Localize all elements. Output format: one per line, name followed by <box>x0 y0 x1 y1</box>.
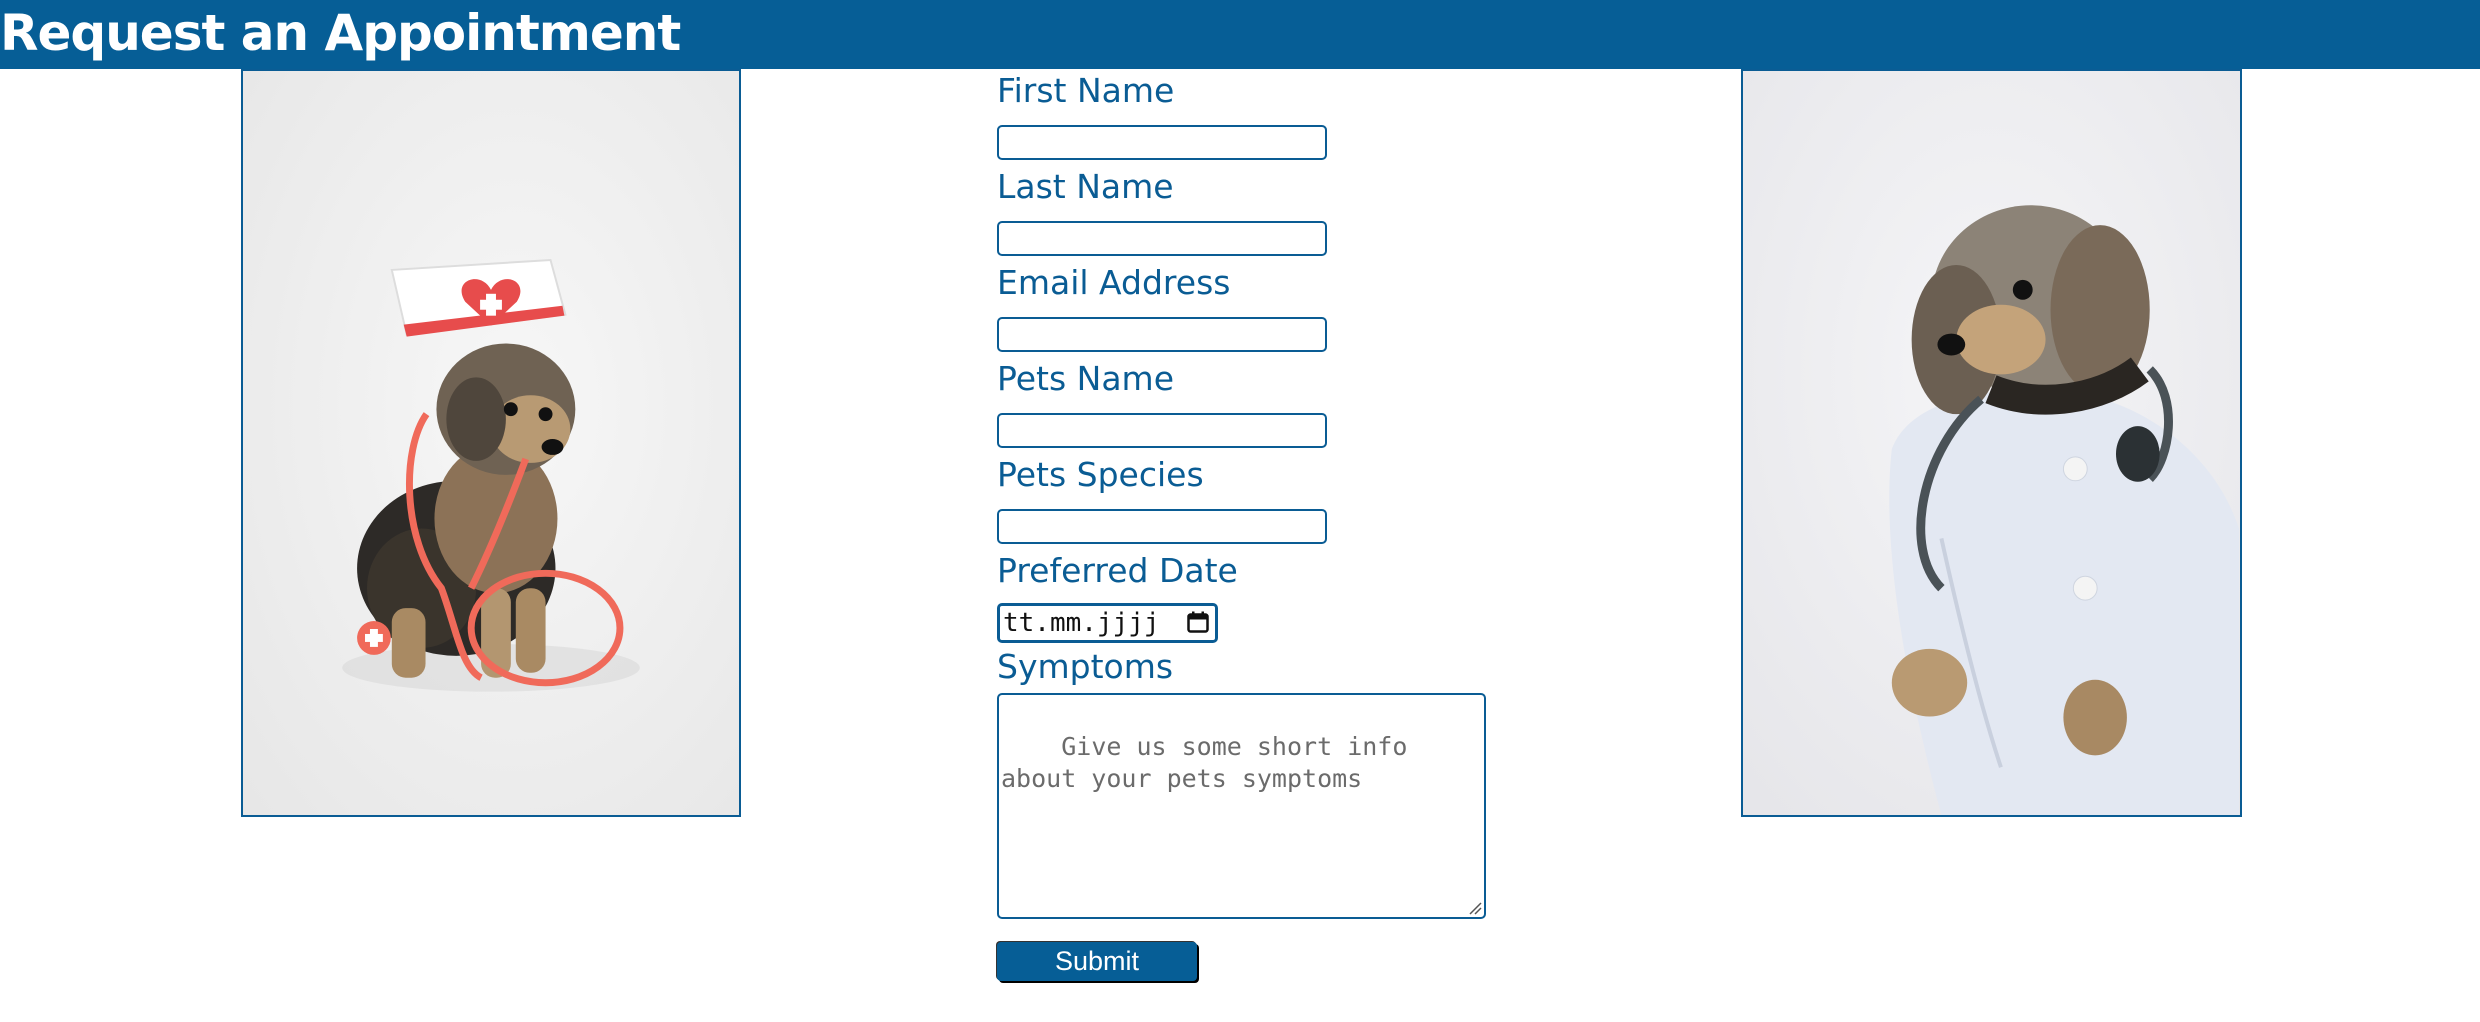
symptoms-label: Symptoms <box>997 647 1174 686</box>
submit-button[interactable]: Submit <box>997 942 1197 981</box>
email-input[interactable] <box>997 317 1327 352</box>
last-name-label: Last Name <box>997 167 1174 206</box>
last-name-input[interactable] <box>997 221 1327 256</box>
first-name-label: First Name <box>997 71 1175 110</box>
dog-nurse-photo <box>241 69 741 817</box>
resize-grip-icon[interactable] <box>1466 899 1482 915</box>
symptoms-textarea[interactable]: Give us some short info about your pets … <box>997 693 1486 919</box>
dog-doctor-photo <box>1741 69 2242 817</box>
pet-species-input[interactable] <box>997 509 1327 544</box>
first-name-input[interactable] <box>997 125 1327 160</box>
preferred-date-label: Preferred Date <box>997 551 1238 590</box>
calendar-icon[interactable] <box>1187 611 1209 633</box>
header-bar: Request an Appointment <box>0 0 2480 69</box>
pet-species-label: Pets Species <box>997 455 1204 494</box>
pet-name-input[interactable] <box>997 413 1327 448</box>
preferred-date-input[interactable]: tt.mm.jjjj <box>997 603 1218 643</box>
email-label: Email Address <box>997 263 1231 302</box>
date-placeholder: tt.mm.jjjj <box>1003 608 1160 638</box>
page-title: Request an Appointment <box>0 4 681 62</box>
pet-name-label: Pets Name <box>997 359 1175 398</box>
symptoms-placeholder: Give us some short info about your pets … <box>1001 732 1423 793</box>
